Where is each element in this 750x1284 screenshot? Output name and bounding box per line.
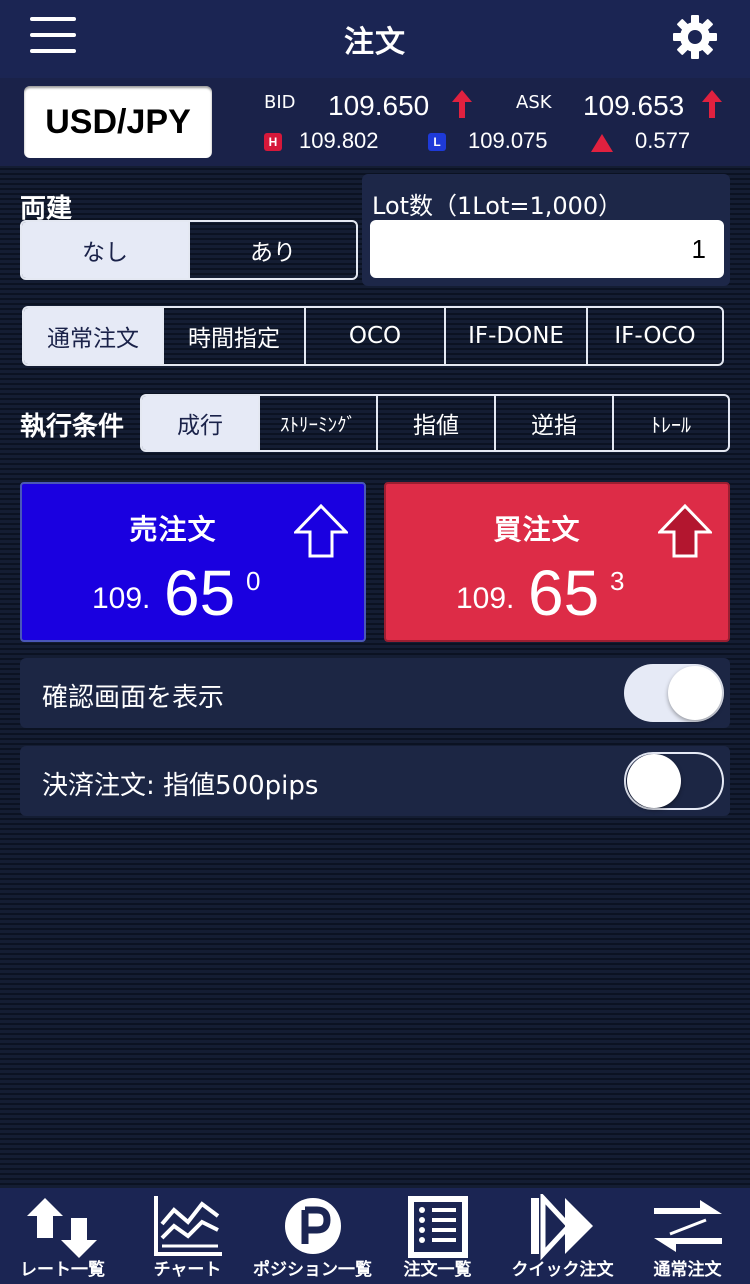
tab-time-specified[interactable]: 時間指定 — [162, 308, 304, 364]
tab-position-list-label: ポジション一覧 — [253, 1260, 372, 1280]
tab-if-done[interactable]: IF-DONE — [444, 308, 586, 364]
exec-option-trail[interactable]: ﾄﾚｰﾙ — [612, 396, 728, 450]
sell-up-arrow-icon — [294, 504, 348, 558]
low-price: 109.075 — [468, 128, 548, 153]
app-header: 注文 — [0, 0, 750, 78]
tab-chart-label: チャート — [153, 1260, 222, 1280]
rate-list-icon — [26, 1198, 97, 1258]
currency-pair-button[interactable]: USD/JPY — [24, 86, 212, 158]
tab-position-list[interactable]: ポジション一覧 — [250, 1188, 375, 1284]
chart-icon — [153, 1196, 222, 1256]
tab-rate-list-label: レート一覧 — [20, 1260, 105, 1280]
settlement-order-row: 決済注文: 指値500pips — [20, 746, 730, 816]
buy-price-main: 65 — [528, 557, 600, 629]
tab-oco[interactable]: OCO — [304, 308, 444, 364]
ask-price: 109.653 — [583, 90, 685, 121]
sell-order-title: 売注文 — [129, 513, 217, 546]
rate-bar: USD/JPY BID 109.650 ASK 109.653 H 109.80… — [0, 78, 750, 166]
order-list-icon — [407, 1196, 468, 1258]
change-value: 0.577 — [635, 128, 691, 153]
position-icon — [284, 1198, 341, 1254]
tab-normal-order-nav[interactable]: 通常注文 — [625, 1188, 750, 1284]
buy-up-arrow-icon — [658, 504, 712, 558]
tab-quick-order-label: クイック注文 — [511, 1260, 614, 1280]
lot-panel: Lot数（1Lot=1,000） — [362, 174, 730, 286]
quick-order-icon — [530, 1194, 593, 1261]
tab-order-list[interactable]: 注文一覧 — [375, 1188, 500, 1284]
bottom-tab-bar: レート一覧 チャート ポジション一覧 注文一覧 クイック注文 通常注文 — [0, 1188, 750, 1284]
bid-up-arrow-icon — [452, 90, 472, 118]
sell-price-prefix: 109. — [92, 582, 151, 615]
confirm-screen-label: 確認画面を表示 — [42, 683, 225, 713]
exec-option-streaming[interactable]: ｽﾄﾘｰﾐﾝｸﾞ — [258, 396, 376, 450]
high-price: 109.802 — [299, 128, 379, 153]
sell-order-button[interactable]: 売注文 109. 65 0 — [20, 482, 366, 642]
confirm-screen-toggle[interactable] — [624, 664, 724, 722]
buy-price-pip: 3 — [610, 566, 625, 596]
lot-label: Lot数（1Lot=1,000） — [372, 192, 623, 220]
lot-quantity-input[interactable] — [370, 220, 724, 278]
exec-option-stop[interactable]: 逆指 — [494, 396, 612, 450]
exec-option-market[interactable]: 成行 — [142, 396, 258, 450]
toggle-knob — [668, 666, 722, 720]
bid-price: 109.650 — [328, 90, 430, 121]
buy-price-prefix: 109. — [456, 582, 515, 615]
order-type-segment: 通常注文 時間指定 OCO IF-DONE IF-OCO — [22, 306, 724, 366]
ryodate-segment: なし あり — [20, 220, 358, 280]
page-title: 注文 — [344, 25, 406, 60]
ryodate-option-none[interactable]: なし — [22, 222, 188, 278]
toggle-knob — [627, 754, 681, 808]
exec-option-limit[interactable]: 指値 — [376, 396, 494, 450]
settlement-order-toggle[interactable] — [624, 752, 724, 810]
sell-price-main: 65 — [164, 557, 236, 629]
ask-up-arrow-icon — [702, 90, 722, 118]
bid-label: BID — [264, 92, 296, 113]
tab-normal-order[interactable]: 通常注文 — [24, 308, 162, 364]
gear-icon[interactable] — [670, 12, 720, 62]
buy-order-title: 買注文 — [493, 513, 581, 546]
hamburger-menu-icon[interactable] — [30, 14, 78, 54]
tab-order-list-label: 注文一覧 — [403, 1260, 472, 1280]
exec-condition-label: 執行条件 — [20, 412, 125, 442]
settlement-order-label: 決済注文: 指値500pips — [42, 771, 319, 801]
tab-normal-order-nav-label: 通常注文 — [653, 1260, 722, 1280]
tab-quick-order[interactable]: クイック注文 — [500, 1188, 625, 1284]
low-badge-icon: L — [428, 133, 446, 151]
normal-order-icon — [653, 1200, 722, 1252]
ryodate-option-yes[interactable]: あり — [188, 222, 356, 278]
sell-price-pip: 0 — [246, 566, 261, 596]
confirm-screen-row: 確認画面を表示 — [20, 658, 730, 728]
high-badge-icon: H — [264, 133, 282, 151]
tab-chart[interactable]: チャート — [125, 1188, 250, 1284]
tab-rate-list[interactable]: レート一覧 — [0, 1188, 125, 1284]
ask-label: ASK — [516, 92, 552, 113]
buy-order-button[interactable]: 買注文 109. 65 3 — [384, 482, 730, 642]
tab-if-oco[interactable]: IF-OCO — [586, 308, 722, 364]
change-up-triangle-icon — [591, 134, 613, 152]
exec-condition-segment: 成行 ｽﾄﾘｰﾐﾝｸﾞ 指値 逆指 ﾄﾚｰﾙ — [140, 394, 730, 452]
